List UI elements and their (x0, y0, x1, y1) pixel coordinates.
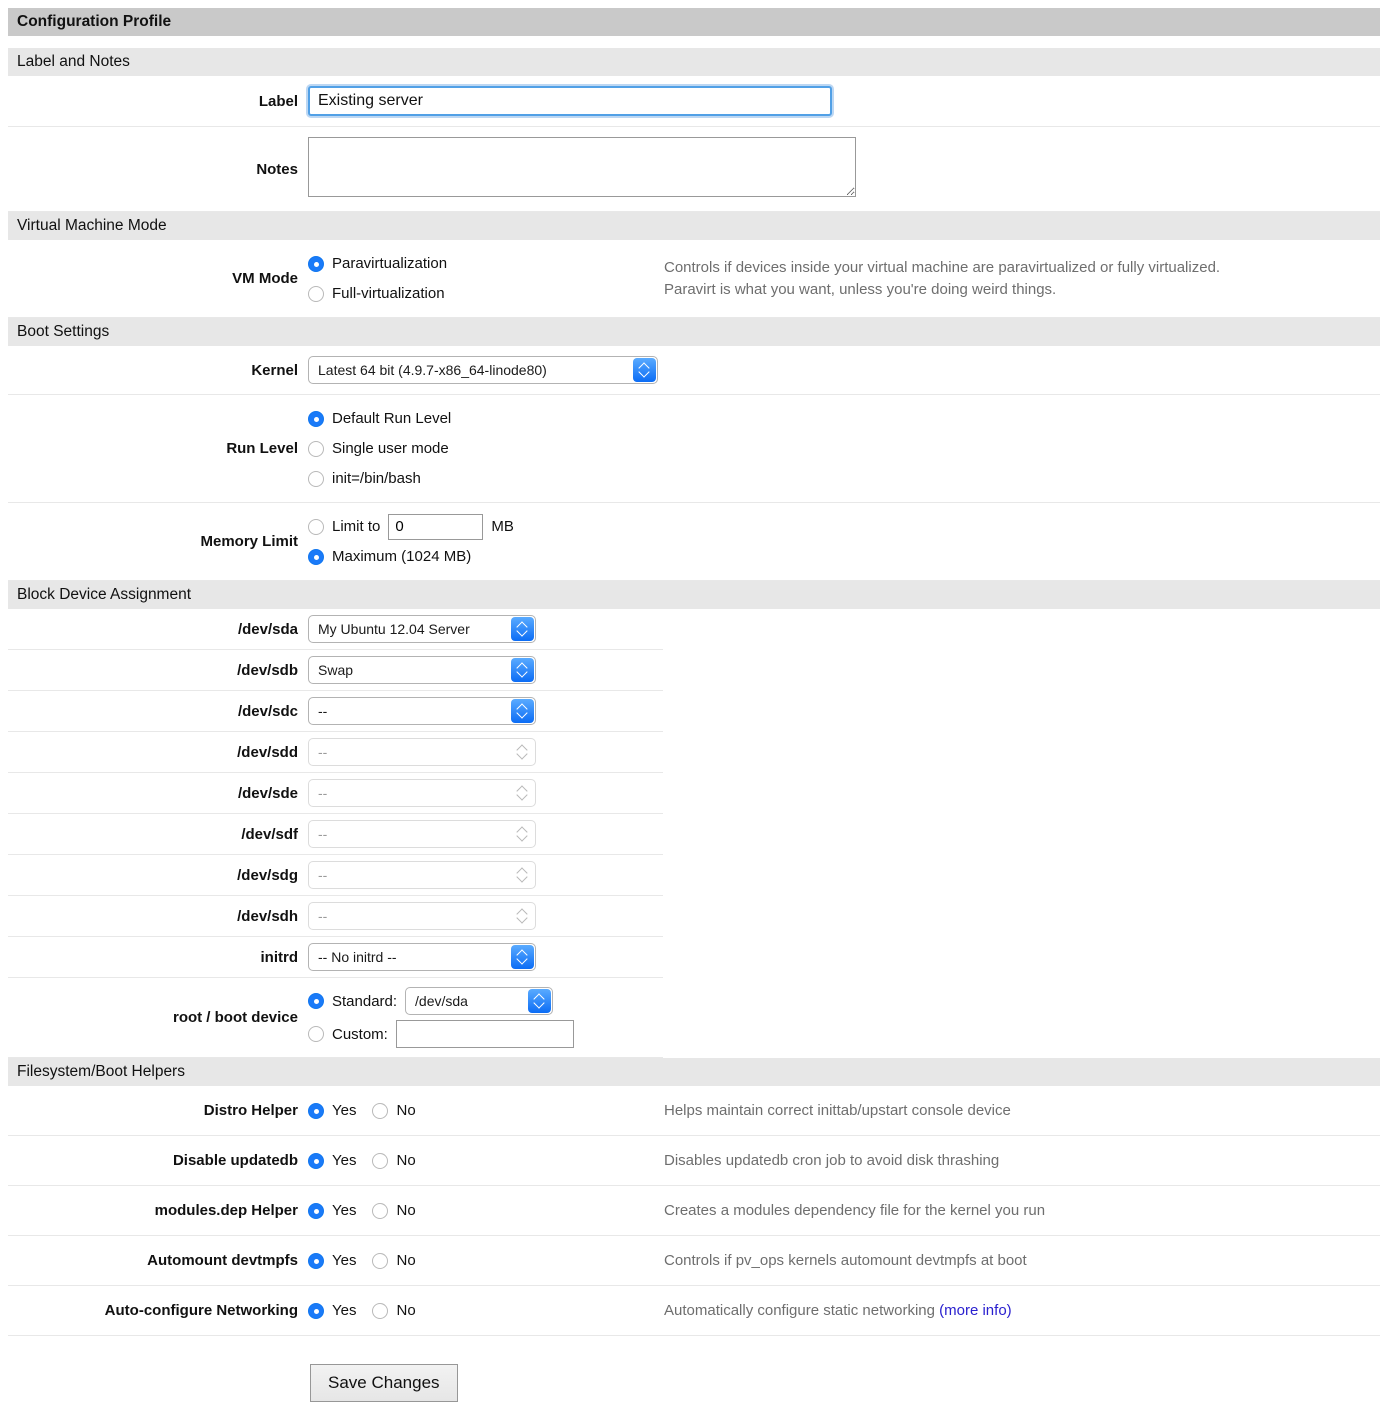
radio-custom-boot[interactable] (308, 1026, 324, 1042)
memory-limit-row: Memory Limit Limit to MB Maximum (1024 M… (8, 503, 1380, 581)
block-device-row-initrd: initrd -- No initrd -- (8, 937, 663, 978)
radio-init-bin-bash-label: init=/bin/bash (332, 470, 421, 487)
radio-limit-to[interactable] (308, 519, 324, 535)
radio-autoconfigure-networking-no[interactable] (372, 1303, 388, 1319)
radio-maximum-memory[interactable] (308, 549, 324, 565)
radio-single-user-mode-label: Single user mode (332, 440, 449, 457)
footer: Save Changes (8, 1336, 1380, 1414)
label-input[interactable] (308, 86, 832, 116)
save-changes-button[interactable]: Save Changes (310, 1364, 458, 1402)
custom-boot-device-input[interactable] (396, 1020, 574, 1048)
select-stepper-icon (511, 658, 534, 682)
radio-single-user-mode[interactable] (308, 441, 324, 457)
section-virtual-machine-mode: Virtual Machine Mode (8, 212, 1380, 240)
helper-row-disable-updatedb: Disable updatedb Yes No Disables updated… (8, 1136, 1380, 1186)
vm-mode-help: Controls if devices inside your virtual … (664, 257, 1380, 301)
radio-distro-helper-yes[interactable] (308, 1103, 324, 1119)
dev-sde-select: -- (308, 779, 536, 807)
kernel-label: Kernel (8, 362, 308, 379)
radio-paravirtualization[interactable] (308, 256, 324, 272)
memory-limit-input[interactable] (388, 514, 483, 540)
block-device-row-sdd: /dev/sdd -- (8, 732, 663, 773)
dev-sdb-select[interactable]: Swap (308, 656, 536, 684)
radio-automount-devtmpfs-yes[interactable] (308, 1253, 324, 1269)
radio-standard-boot-label: Standard: (332, 993, 397, 1010)
radio-init-bin-bash[interactable] (308, 471, 324, 487)
select-stepper-icon (511, 699, 534, 723)
block-device-row-sda: /dev/sda My Ubuntu 12.04 Server (8, 609, 663, 650)
radio-default-run-level-label: Default Run Level (332, 410, 451, 427)
root-boot-device-row: root / boot device Standard: /dev/sda Cu… (8, 978, 663, 1058)
kernel-select[interactable]: Latest 64 bit (4.9.7-x86_64-linode80) (308, 356, 658, 384)
select-stepper-icon (511, 740, 534, 764)
radio-limit-to-label: Limit to (332, 518, 380, 535)
memory-unit-label: MB (491, 518, 514, 535)
radio-modules-dep-no[interactable] (372, 1203, 388, 1219)
notes-row: Notes (8, 127, 1380, 212)
select-stepper-icon (511, 945, 534, 969)
block-device-table: /dev/sda My Ubuntu 12.04 Server /dev/sdb… (8, 609, 663, 1058)
label-field-label: Label (8, 93, 308, 110)
radio-maximum-memory-label: Maximum (1024 MB) (332, 548, 471, 565)
dev-sdc-select[interactable]: -- (308, 697, 536, 725)
select-stepper-icon (633, 358, 656, 382)
radio-standard-boot[interactable] (308, 993, 324, 1009)
page-title: Configuration Profile (8, 8, 1380, 36)
block-device-row-sdg: /dev/sdg -- (8, 855, 663, 896)
modules-dep-help: Creates a modules dependency file for th… (664, 1200, 1380, 1222)
section-filesystem-boot-helpers: Filesystem/Boot Helpers (8, 1058, 1380, 1086)
run-level-label: Run Level (8, 440, 308, 457)
initrd-select[interactable]: -- No initrd -- (308, 943, 536, 971)
section-label-and-notes: Label and Notes (8, 48, 1380, 76)
helper-row-modules-dep: modules.dep Helper Yes No Creates a modu… (8, 1186, 1380, 1236)
radio-custom-boot-label: Custom: (332, 1026, 388, 1043)
radio-default-run-level[interactable] (308, 411, 324, 427)
automount-devtmpfs-help: Controls if pv_ops kernels automount dev… (664, 1250, 1380, 1272)
disable-updatedb-help: Disables updatedb cron job to avoid disk… (664, 1150, 1380, 1172)
dev-sdd-select: -- (308, 738, 536, 766)
select-stepper-icon (511, 822, 534, 846)
label-row: Label (8, 76, 1380, 127)
radio-autoconfigure-networking-yes[interactable] (308, 1303, 324, 1319)
radio-full-virtualization[interactable] (308, 286, 324, 302)
radio-disable-updatedb-yes[interactable] (308, 1153, 324, 1169)
radio-disable-updatedb-no[interactable] (372, 1153, 388, 1169)
select-stepper-icon (511, 617, 534, 641)
notes-field-label: Notes (8, 161, 308, 178)
select-stepper-icon (511, 781, 534, 805)
helper-row-distro-helper: Distro Helper Yes No Helps maintain corr… (8, 1086, 1380, 1136)
block-device-row-sde: /dev/sde -- (8, 773, 663, 814)
more-info-link[interactable]: (more info) (939, 1302, 1012, 1319)
radio-paravirtualization-label: Paravirtualization (332, 255, 447, 272)
radio-distro-helper-no[interactable] (372, 1103, 388, 1119)
radio-modules-dep-yes[interactable] (308, 1203, 324, 1219)
dev-sdh-select: -- (308, 902, 536, 930)
block-device-row-sdb: /dev/sdb Swap (8, 650, 663, 691)
select-stepper-icon (528, 989, 551, 1013)
vm-mode-row: VM Mode Paravirtualization Full-virtuali… (8, 240, 1380, 318)
radio-full-virtualization-label: Full-virtualization (332, 285, 445, 302)
distro-helper-help: Helps maintain correct inittab/upstart c… (664, 1100, 1380, 1122)
section-boot-settings: Boot Settings (8, 318, 1380, 346)
select-stepper-icon (511, 904, 534, 928)
run-level-row: Run Level Default Run Level Single user … (8, 395, 1380, 503)
block-device-row-sdh: /dev/sdh -- (8, 896, 663, 937)
section-block-device-assignment: Block Device Assignment (8, 581, 1380, 609)
root-boot-device-label: root / boot device (8, 1009, 308, 1026)
select-stepper-icon (511, 863, 534, 887)
helper-row-autoconfigure-networking: Auto-configure Networking Yes No Automat… (8, 1286, 1380, 1336)
kernel-row: Kernel Latest 64 bit (4.9.7-x86_64-linod… (8, 346, 1380, 395)
dev-sdg-select: -- (308, 861, 536, 889)
memory-limit-label: Memory Limit (8, 533, 308, 550)
helper-row-automount-devtmpfs: Automount devtmpfs Yes No Controls if pv… (8, 1236, 1380, 1286)
notes-textarea[interactable] (308, 137, 856, 197)
autoconfigure-networking-help: Automatically configure static networkin… (664, 1300, 1380, 1322)
radio-automount-devtmpfs-no[interactable] (372, 1253, 388, 1269)
vm-mode-label: VM Mode (8, 270, 308, 287)
dev-sda-select[interactable]: My Ubuntu 12.04 Server (308, 615, 536, 643)
block-device-row-sdf: /dev/sdf -- (8, 814, 663, 855)
dev-sdf-select: -- (308, 820, 536, 848)
block-device-row-sdc: /dev/sdc -- (8, 691, 663, 732)
standard-boot-device-select[interactable]: /dev/sda (405, 987, 553, 1015)
